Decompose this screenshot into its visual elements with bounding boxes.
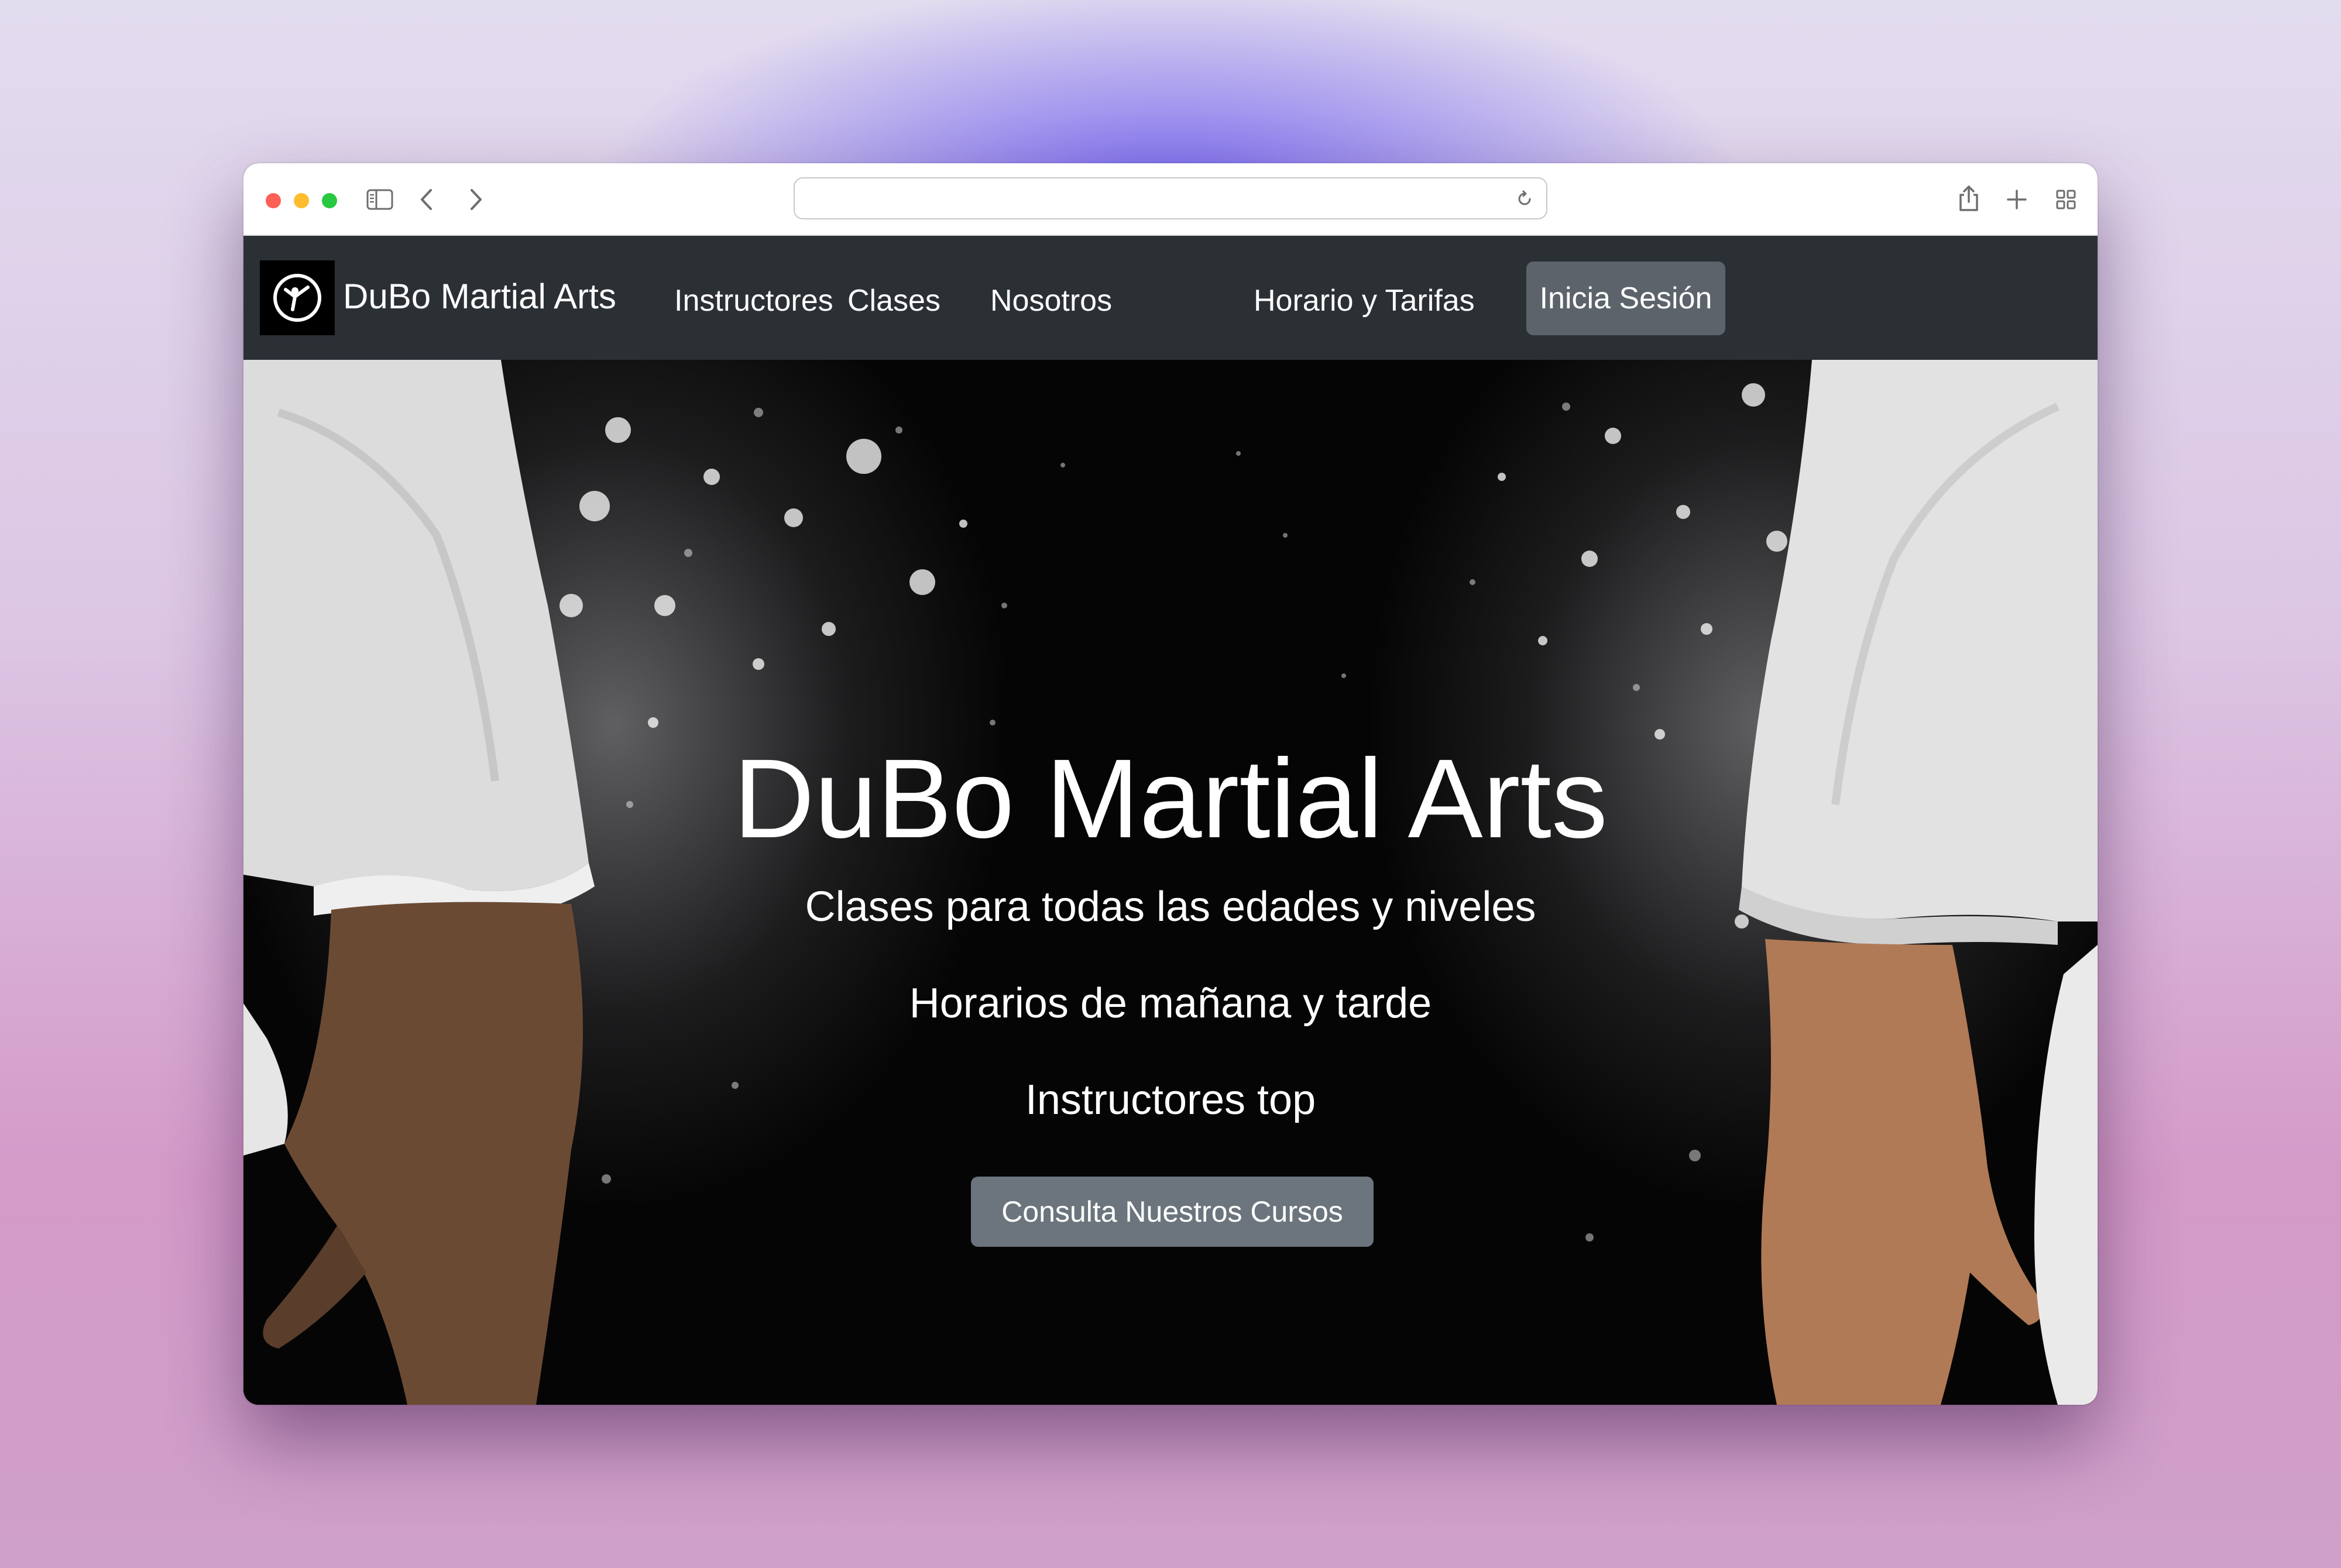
login-button[interactable]: Inicia Sesión [1526,262,1725,335]
nav-link-nosotros[interactable]: Nosotros [990,280,1112,321]
browser-window: DuBo Martial Arts Instructores Clases No… [243,163,2098,1405]
hero-line-ages: Clases para todas las edades y niveles [805,883,1536,930]
sidebar-icon[interactable] [366,189,393,210]
site-navbar: DuBo Martial Arts Instructores Clases No… [243,236,2098,360]
maximize-window-button[interactable] [322,193,337,208]
tab-overview-icon[interactable] [2055,189,2076,210]
forward-chevron-icon[interactable] [469,188,483,211]
nav-link-horario-tarifas[interactable]: Horario y Tarifas [1254,280,1475,321]
brand-logo[interactable] [260,260,335,335]
reload-icon[interactable] [1516,190,1533,208]
address-bar[interactable] [794,177,1547,219]
brand-name[interactable]: DuBo Martial Arts [343,272,616,321]
minimize-window-button[interactable] [294,193,309,208]
close-window-button[interactable] [266,193,281,208]
new-tab-icon[interactable] [2006,189,2027,210]
hero-title: DuBo Martial Arts [733,735,1608,861]
nav-link-clases[interactable]: Clases [847,280,940,321]
hero-section: DuBo Martial Arts Clases para todas las … [243,360,2098,1405]
share-icon[interactable] [1957,184,1980,212]
hero-line-instructors: Instructores top [1025,1077,1316,1123]
martial-arts-logo-icon [273,274,321,322]
back-chevron-icon[interactable] [419,188,433,211]
hero-line-schedule: Horarios de mañana y tarde [909,980,1432,1027]
nav-link-instructores[interactable]: Instructores [674,280,833,321]
browser-toolbar [243,163,2098,236]
courses-cta-button[interactable]: Consulta Nuestros Cursos [971,1177,1374,1247]
